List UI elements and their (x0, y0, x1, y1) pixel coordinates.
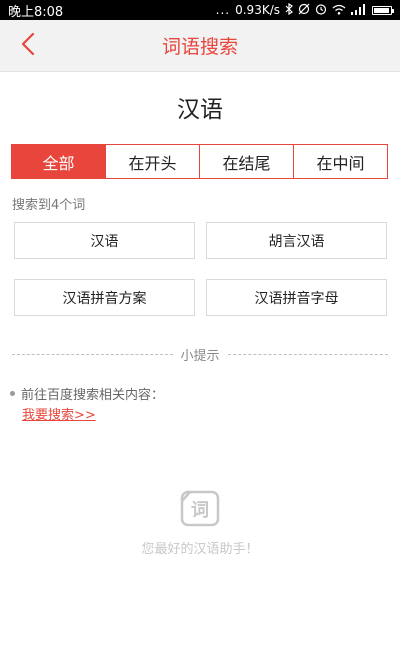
tip-label: 小提示 (180, 348, 220, 364)
wifi-icon (332, 4, 346, 17)
divider-line (12, 353, 173, 355)
result-word-button[interactable]: 汉语 (14, 222, 195, 259)
tip-text: 前往百度搜索相关内容： (21, 388, 165, 403)
status-dots: ... (215, 3, 231, 17)
query-word: 汉语 (177, 97, 223, 123)
divider-line (227, 353, 389, 355)
brand-slogan: 您最好的汉语助手！ (141, 542, 259, 557)
net-speed: 0.93K/s (235, 3, 280, 17)
status-bar: 晚上8:08 ... 0.93K/s (0, 0, 400, 20)
result-word-button[interactable]: 胡言汉语 (206, 222, 387, 259)
chevron-left-icon (21, 32, 35, 60)
result-count: 搜索到4个词 (12, 198, 86, 213)
title-bar: 词语搜索 (0, 20, 400, 72)
signal-icon (351, 3, 365, 17)
baidu-search-link[interactable]: 我要搜索>> (22, 404, 96, 423)
result-word-button[interactable]: 汉语拼音方案 (14, 279, 195, 316)
tab-3[interactable]: 在中间 (293, 145, 387, 178)
logo-char: 词 (191, 500, 209, 521)
back-button[interactable] (10, 28, 46, 64)
tip-item: 前往百度搜索相关内容： (10, 384, 164, 403)
tab-1[interactable]: 在开头 (105, 145, 199, 178)
bluetooth-icon (285, 2, 293, 17)
position-tabs: 全部 在开头 在结尾 在中间 (11, 144, 388, 179)
battery-icon (372, 5, 394, 15)
tip-divider: 小提示 (12, 345, 389, 364)
status-time: 晚上8:08 (8, 4, 64, 20)
app-logo-icon: 词 (180, 489, 220, 527)
bullet-icon (10, 391, 15, 396)
tab-0[interactable]: 全部 (12, 145, 105, 178)
page-title: 词语搜索 (161, 36, 238, 58)
alarm-icon (315, 3, 327, 17)
tab-2[interactable]: 在结尾 (199, 145, 293, 178)
result-word-button[interactable]: 汉语拼音字母 (206, 279, 387, 316)
mute-icon (298, 3, 310, 17)
status-icons: ... 0.93K/s (215, 2, 394, 17)
